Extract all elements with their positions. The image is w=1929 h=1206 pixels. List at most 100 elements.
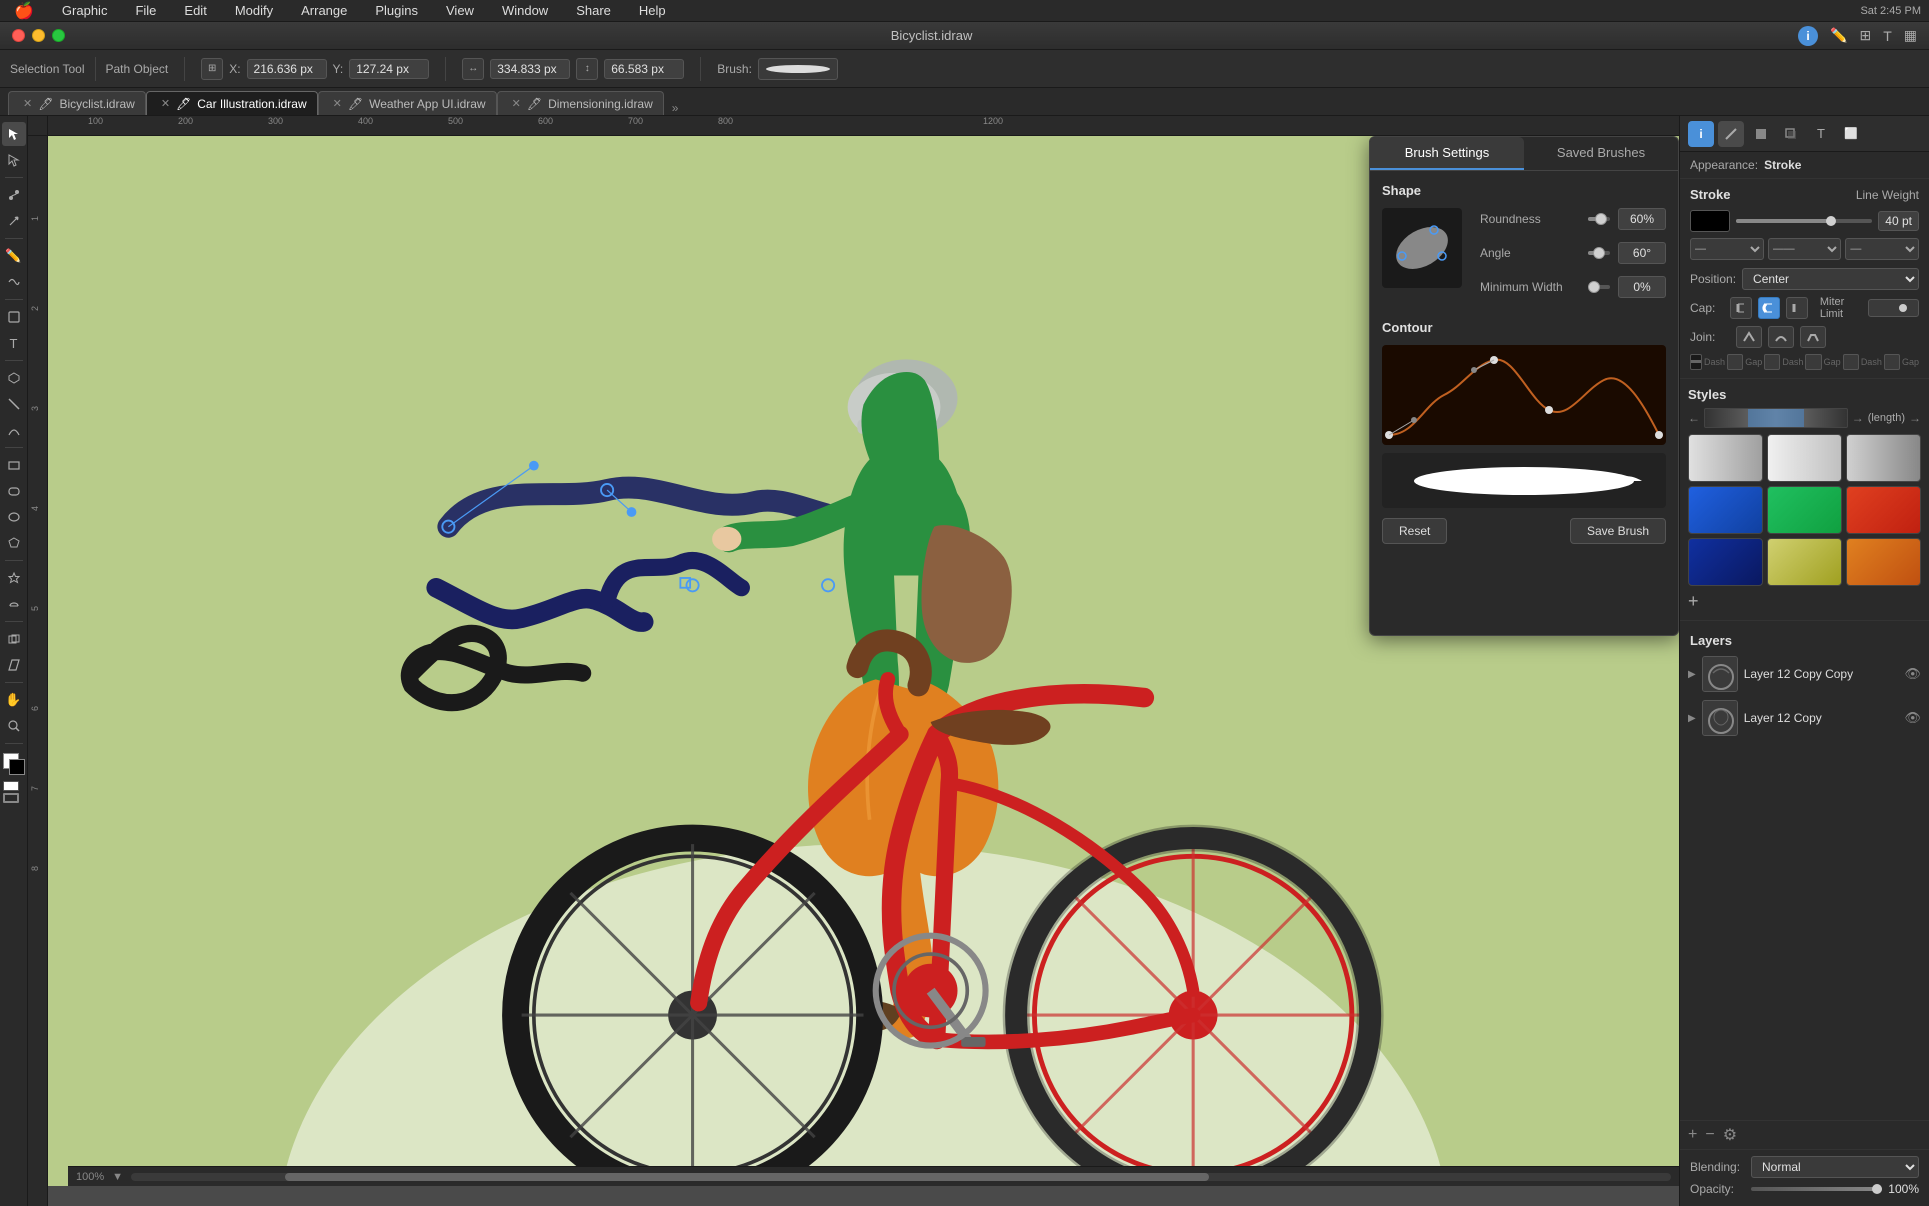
line-start-style[interactable]: — [1690, 238, 1764, 260]
layer-settings-button[interactable]: ⚙ [1723, 1125, 1737, 1145]
menu-graphic[interactable]: Graphic [56, 3, 114, 18]
style-swatch-green[interactable] [1767, 486, 1842, 534]
add-style-button[interactable]: + [1688, 592, 1699, 610]
saved-brushes-tab[interactable]: Saved Brushes [1524, 137, 1678, 170]
contour-graph[interactable] [1382, 345, 1666, 445]
arc-tool[interactable] [2, 418, 26, 442]
line-weight-thumb[interactable] [1826, 216, 1836, 226]
line-tool[interactable] [2, 392, 26, 416]
line-mid-style[interactable]: —— [1768, 238, 1842, 260]
tab-3[interactable]: ✕ 🖊 Dimensioning.idraw [497, 91, 664, 115]
panel-icon-stroke[interactable] [1718, 121, 1744, 147]
freeform-tool[interactable] [2, 592, 26, 616]
style-swatch-yellow-green[interactable] [1767, 538, 1842, 586]
blending-select[interactable]: Normal Multiply Screen Overlay [1751, 1156, 1919, 1178]
angle-slider[interactable] [1588, 251, 1610, 255]
layer-row-0[interactable]: ▶ Layer 12 Copy Copy 👁 [1680, 652, 1929, 696]
roundness-thumb[interactable] [1595, 213, 1607, 225]
dash-input-3[interactable] [1884, 354, 1900, 370]
menu-plugins[interactable]: Plugins [369, 3, 424, 18]
transform-icon[interactable]: ⊞ [201, 58, 223, 80]
info-icon[interactable]: i [1798, 26, 1818, 46]
menu-share[interactable]: Share [570, 3, 617, 18]
dash-input-1[interactable] [1727, 354, 1743, 370]
min-width-slider[interactable] [1588, 285, 1610, 289]
min-width-thumb[interactable] [1588, 281, 1600, 293]
line-weight-slider[interactable] [1736, 219, 1872, 223]
miter-slider[interactable] [1868, 299, 1919, 317]
tab-2[interactable]: ✕ 🖊 Weather App UI.idraw [318, 91, 497, 115]
roundness-value[interactable]: 60% [1618, 208, 1666, 230]
style-swatch-gray1[interactable] [1688, 434, 1763, 482]
tab-close-2[interactable]: ✕ [333, 97, 342, 110]
rectangle-tool[interactable] [2, 453, 26, 477]
line-end-style[interactable]: — [1845, 238, 1919, 260]
star-tool[interactable] [2, 566, 26, 590]
menu-view[interactable]: View [440, 3, 480, 18]
shear-tool[interactable] [2, 653, 26, 677]
brush-settings-tab[interactable]: Brush Settings [1370, 137, 1524, 170]
tab-close-btn-0[interactable]: ✕ 🖊 Bicyclist.idraw [8, 91, 146, 115]
panel-icon-fill[interactable] [1748, 121, 1774, 147]
join-bevel[interactable] [1800, 326, 1826, 348]
line-weight-value[interactable]: 40 pt [1878, 211, 1919, 231]
polygon-tool[interactable] [2, 531, 26, 555]
stroke-color-swatch[interactable] [1690, 210, 1730, 232]
x-value[interactable]: 216.636 px [247, 59, 327, 79]
style-swatch-orange-grad[interactable] [1846, 538, 1921, 586]
tab-1[interactable]: ✕ 🖊 Car Illustration.idraw [146, 91, 318, 115]
menu-modify[interactable]: Modify [229, 3, 279, 18]
style-swatch-dark-blue[interactable] [1688, 538, 1763, 586]
width-value[interactable]: 334.833 px [490, 59, 570, 79]
reset-brush-button[interactable]: Reset [1382, 518, 1447, 544]
min-width-value[interactable]: 0% [1618, 276, 1666, 298]
gap-input-1[interactable] [1764, 354, 1780, 370]
layer-row-1[interactable]: ▶ Layer 12 Copy 👁 [1680, 696, 1929, 740]
cap-round[interactable] [1758, 297, 1780, 319]
join-round[interactable] [1768, 326, 1794, 348]
tab-close-0[interactable]: ✕ [23, 97, 32, 110]
zoom-down-icon[interactable]: ▼ [112, 1171, 123, 1183]
layers-icon[interactable]: ▦ [1904, 27, 1917, 44]
panel-icon-info[interactable]: i [1688, 121, 1714, 147]
panel-icon-image[interactable]: ⬜ [1838, 121, 1864, 147]
menu-arrange[interactable]: Arrange [295, 3, 353, 18]
ellipse-tool[interactable] [2, 505, 26, 529]
panel-icon-shadow[interactable] [1778, 121, 1804, 147]
menu-file[interactable]: File [129, 3, 162, 18]
join-miter[interactable] [1736, 326, 1762, 348]
layer-visibility-1[interactable]: 👁 [1904, 710, 1921, 726]
minimize-button[interactable] [32, 29, 45, 42]
roundness-slider[interactable] [1588, 217, 1610, 221]
add-layer-button[interactable]: + [1688, 1126, 1697, 1144]
fill-stroke-toggle[interactable] [3, 781, 25, 803]
rounded-rect-tool[interactable] [2, 479, 26, 503]
width-icon[interactable]: ↔ [462, 58, 484, 80]
cap-butt[interactable] [1730, 297, 1752, 319]
apple-menu[interactable]: 🍎 [8, 1, 40, 21]
position-select[interactable]: Center Inside Outside [1742, 268, 1919, 290]
height-icon[interactable]: ↕ [576, 58, 598, 80]
canvas-content[interactable]: Brush Settings Saved Brushes Shape [48, 136, 1679, 1186]
shape-tool[interactable] [2, 305, 26, 329]
grid-icon[interactable]: ⊞ [1859, 27, 1871, 44]
maximize-button[interactable] [52, 29, 65, 42]
tab-close-1[interactable]: ✕ [161, 97, 170, 110]
text-tool[interactable]: T [2, 331, 26, 355]
pen-tool[interactable] [2, 209, 26, 233]
direct-selection-tool[interactable] [2, 148, 26, 172]
menu-help[interactable]: Help [633, 3, 672, 18]
dash-solid[interactable] [1690, 354, 1702, 370]
cap-square[interactable] [1786, 297, 1808, 319]
opacity-thumb[interactable] [1872, 1184, 1882, 1194]
zoom-tool[interactable] [2, 714, 26, 738]
menu-edit[interactable]: Edit [178, 3, 212, 18]
style-swatch-gray2[interactable] [1767, 434, 1842, 482]
style-swatch-blue[interactable] [1688, 486, 1763, 534]
brush-preview[interactable] [758, 58, 838, 80]
pen-icon[interactable]: ✏️ [1830, 27, 1847, 44]
y-value[interactable]: 127.24 px [349, 59, 429, 79]
boolean-op-tool[interactable] [2, 627, 26, 651]
selection-tool[interactable] [2, 122, 26, 146]
3d-shape-tool[interactable] [2, 366, 26, 390]
